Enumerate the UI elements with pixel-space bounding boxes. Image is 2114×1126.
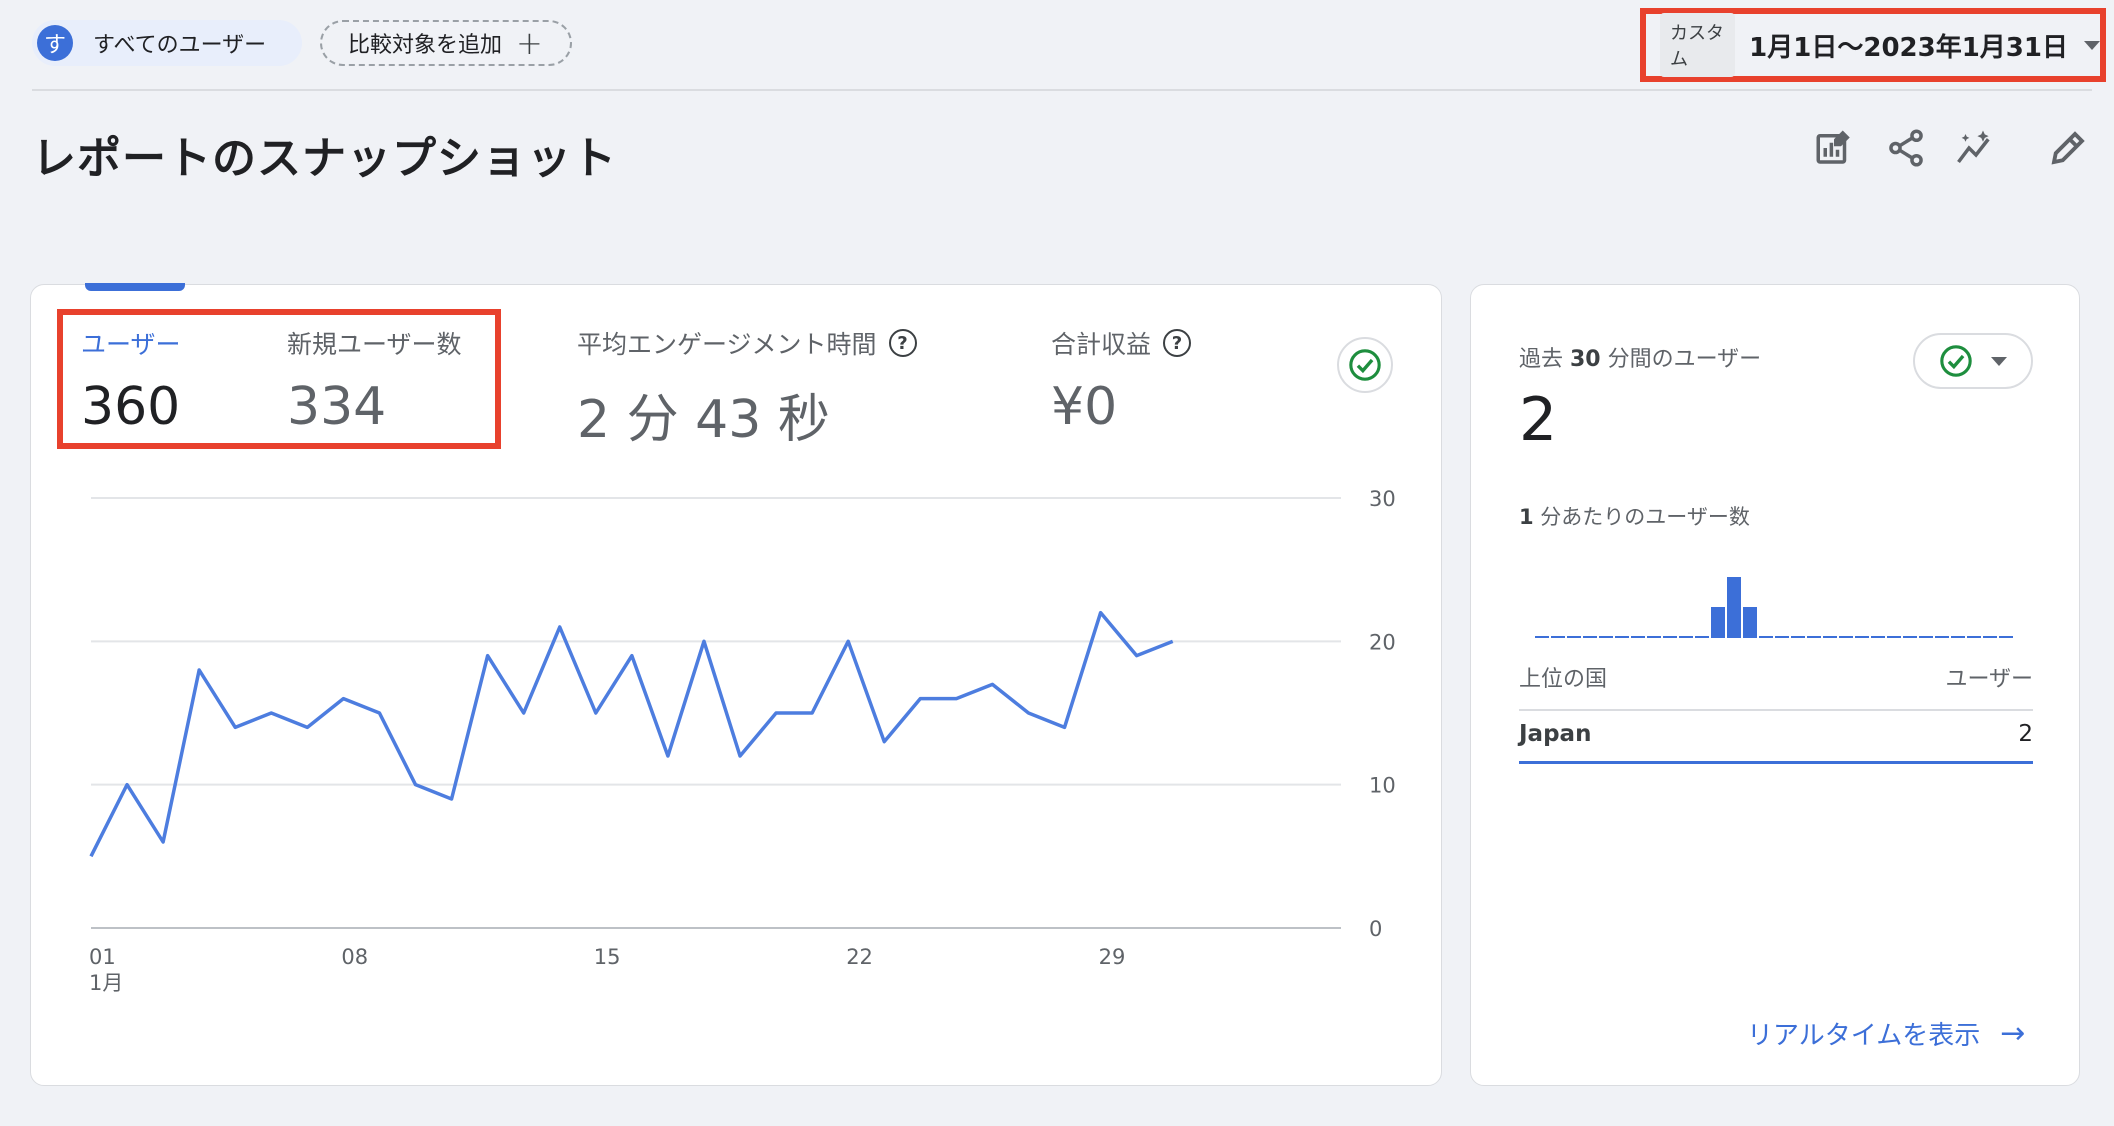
realtime-status-dropdown[interactable]	[1913, 333, 2033, 389]
minute-bar	[1711, 607, 1725, 637]
table-divider	[1519, 709, 2033, 711]
overview-card: ユーザー 360 新規ユーザー数 334 平均エンゲージメント時間 ? 2 分 …	[30, 283, 1442, 1086]
date-range-text: 1月1日〜2023年1月31日	[1749, 32, 2068, 63]
y-tick-label: 20	[1369, 630, 1396, 654]
arrow-right-icon: →	[2000, 1016, 2026, 1051]
x-tick-label: 01	[89, 945, 116, 969]
segment-label: すべてのユーザー	[93, 33, 267, 58]
header-top-countries: 上位の国	[1519, 667, 1608, 692]
plus-icon: +	[516, 24, 543, 62]
x-tick-label: 08	[341, 945, 368, 969]
header-users: ユーザー	[1945, 667, 2033, 692]
realtime-title: 過去 30 分間のユーザー	[1519, 347, 1762, 372]
users-line-chart: 30 20 10 0 01 08 15 22 29 1月	[89, 487, 1396, 995]
x-tick-label: 22	[846, 945, 873, 969]
topbar-divider	[32, 89, 2092, 91]
realtime-table-header: 上位の国 ユーザー	[1519, 661, 2033, 693]
add-comparison-label: 比較対象を追加	[348, 33, 503, 58]
minute-bar	[1743, 607, 1757, 637]
per-minute-label: 1 分あたりのユーザー数	[1519, 505, 1750, 529]
table-row[interactable]: Japan 2	[1519, 721, 2033, 747]
row-value-bar	[1519, 761, 2033, 764]
view-realtime-link[interactable]: リアルタイムを表示 →	[1747, 1015, 2025, 1052]
segment-chip[interactable]: す すべてのユーザー	[32, 20, 302, 66]
country-users: 2	[2018, 721, 2033, 747]
share-icon[interactable]	[1882, 124, 1930, 172]
realtime-card: 過去 30 分間のユーザー 2 1 分あたりのユーザー数 上位の国 ユーザー J…	[1470, 284, 2080, 1086]
page-title: レポートのスナップショット	[32, 133, 617, 184]
country-name: Japan	[1519, 721, 1592, 747]
minute-bar	[1727, 577, 1741, 637]
customize-report-icon[interactable]	[1810, 124, 1858, 172]
y-tick-label: 0	[1369, 917, 1382, 941]
insights-icon[interactable]	[1952, 124, 2000, 172]
dropdown-caret-icon	[2084, 40, 2100, 50]
top-bar: す すべてのユーザー 比較対象を追加 + カスタム 1月1日〜2023年1月31…	[0, 0, 2114, 91]
x-tick-label: 29	[1099, 945, 1126, 969]
dropdown-caret-icon	[1991, 356, 2007, 366]
realtime-users-value: 2	[1519, 385, 1558, 455]
add-comparison-button[interactable]: 比較対象を追加 +	[320, 20, 572, 66]
date-range-tag: カスタム	[1660, 13, 1736, 77]
edit-icon[interactable]	[2044, 124, 2092, 172]
check-circle-icon	[1940, 345, 1972, 377]
per-minute-bar-chart	[1535, 577, 2013, 638]
x-month-label: 1月	[89, 971, 123, 995]
segment-avatar: す	[37, 25, 73, 61]
y-tick-label: 10	[1369, 774, 1396, 798]
x-tick-label: 15	[594, 945, 621, 969]
view-realtime-label: リアルタイムを表示	[1747, 1021, 1981, 1051]
series-line	[89, 610, 1174, 858]
y-tick-label: 30	[1369, 487, 1396, 511]
date-range-picker[interactable]: カスタム 1月1日〜2023年1月31日	[1640, 8, 2106, 82]
